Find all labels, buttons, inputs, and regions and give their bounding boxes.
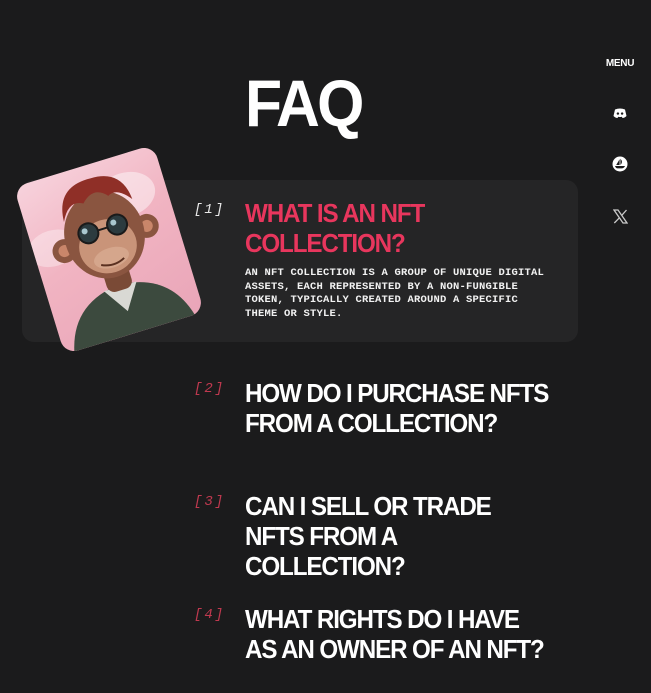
faq-answer: AN NFT COLLECTION IS A GROUP OF UNIQUE D… — [245, 267, 545, 320]
side-nav: MENU — [589, 0, 651, 693]
faq-question[interactable]: CAN I SELL OR TRADE NFTS FROM A COLLECTI… — [245, 491, 552, 581]
discord-icon[interactable] — [608, 101, 632, 125]
faq-question[interactable]: HOW DO I PURCHASE NFTS FROM A COLLECTION… — [245, 378, 552, 438]
x-twitter-icon[interactable] — [608, 204, 632, 228]
faq-question[interactable]: WHAT RIGHTS DO I HAVE AS AN OWNER OF AN … — [245, 604, 552, 664]
faq-number: [3] — [194, 494, 226, 510]
faq-item[interactable]: [4] WHAT RIGHTS DO I HAVE AS AN OWNER OF… — [22, 598, 578, 668]
faq-item[interactable]: [2] HOW DO I PURCHASE NFTS FROM A COLLEC… — [22, 372, 578, 442]
faq-item[interactable]: [3] CAN I SELL OR TRADE NFTS FROM A COLL… — [22, 485, 578, 581]
faq-number: [2] — [194, 381, 226, 397]
opensea-boat-icon[interactable] — [608, 152, 632, 176]
menu-button[interactable]: MENU — [606, 58, 635, 69]
faq-number: [4] — [194, 607, 226, 623]
page-title: FAQ — [245, 66, 364, 140]
faq-question[interactable]: WHAT IS AN NFT COLLECTION? — [245, 198, 552, 258]
faq-number: [1] — [194, 202, 226, 218]
